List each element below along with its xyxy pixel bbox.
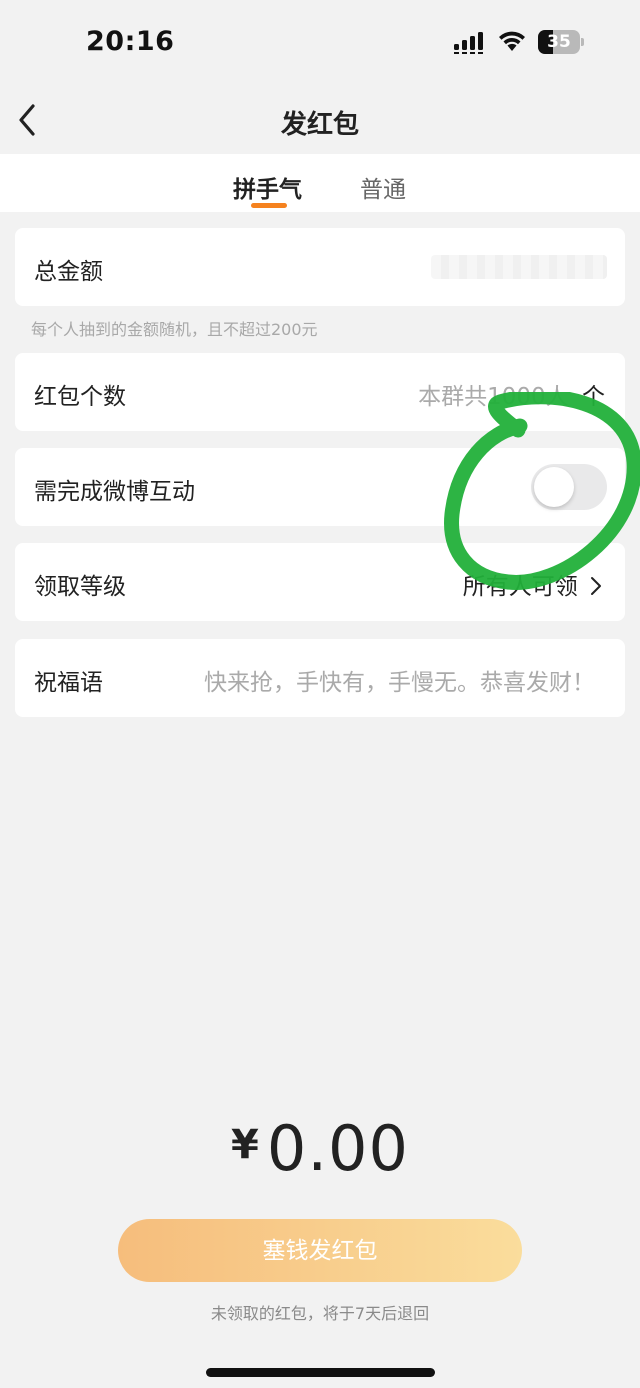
currency-symbol: ¥ xyxy=(231,1122,259,1168)
home-indicator xyxy=(206,1368,435,1377)
status-time: 20:16 xyxy=(86,26,175,57)
amount-value: 0.00 xyxy=(266,1112,409,1185)
tab-lucky[interactable]: 拼手气 xyxy=(233,170,302,204)
battery-level: 35 xyxy=(547,32,571,52)
weibo-interaction-toggle[interactable] xyxy=(531,464,607,510)
chevron-right-icon xyxy=(591,577,601,595)
submit-button[interactable]: 塞钱发红包 xyxy=(118,1219,522,1282)
count-row[interactable]: 红包个数 本群共1000人 个 xyxy=(15,353,625,431)
nav-bar: 发红包 xyxy=(0,88,640,154)
blessing-label: 祝福语 xyxy=(34,670,103,696)
status-bar: 20:16 35 xyxy=(0,0,640,88)
battery-icon: 35 xyxy=(538,30,584,54)
tab-active-indicator xyxy=(251,203,287,208)
claim-level-label: 领取等级 xyxy=(34,574,126,600)
footer-note: 未领取的红包，将于7天后退回 xyxy=(210,1304,430,1323)
claim-level-row[interactable]: 领取等级 所有人可领 xyxy=(15,543,625,621)
total-amount-display: ¥0.00 xyxy=(0,1112,640,1185)
amount-hint: 每个人抽到的金额随机，且不超过200元 xyxy=(31,320,318,339)
weibo-interaction-label: 需完成微博互动 xyxy=(34,479,195,505)
count-input[interactable]: 本群共1000人 个 xyxy=(418,377,605,411)
claim-level-value: 所有人可领 xyxy=(462,574,578,600)
tab-normal[interactable]: 普通 xyxy=(360,170,406,204)
count-placeholder: 本群共1000人 xyxy=(418,384,569,410)
weibo-interaction-row: 需完成微博互动 xyxy=(15,448,625,526)
toggle-knob xyxy=(534,467,574,507)
total-amount-row[interactable]: 总金额 xyxy=(15,228,625,306)
tab-bar: 拼手气 普通 xyxy=(0,154,640,212)
count-unit: 个 xyxy=(582,384,605,410)
claim-level-value-wrap: 所有人可领 xyxy=(463,567,603,601)
total-amount-label: 总金额 xyxy=(34,259,103,285)
count-label: 红包个数 xyxy=(34,384,126,410)
wifi-icon xyxy=(499,31,525,51)
total-amount-input[interactable] xyxy=(431,255,607,279)
blessing-input[interactable]: 快来抢，手快有，手慢无。恭喜发财！ xyxy=(204,663,595,697)
blessing-row[interactable]: 祝福语 快来抢，手快有，手慢无。恭喜发财！ xyxy=(15,639,625,717)
page-title: 发红包 xyxy=(280,110,359,140)
cellular-signal-icon xyxy=(454,32,483,54)
